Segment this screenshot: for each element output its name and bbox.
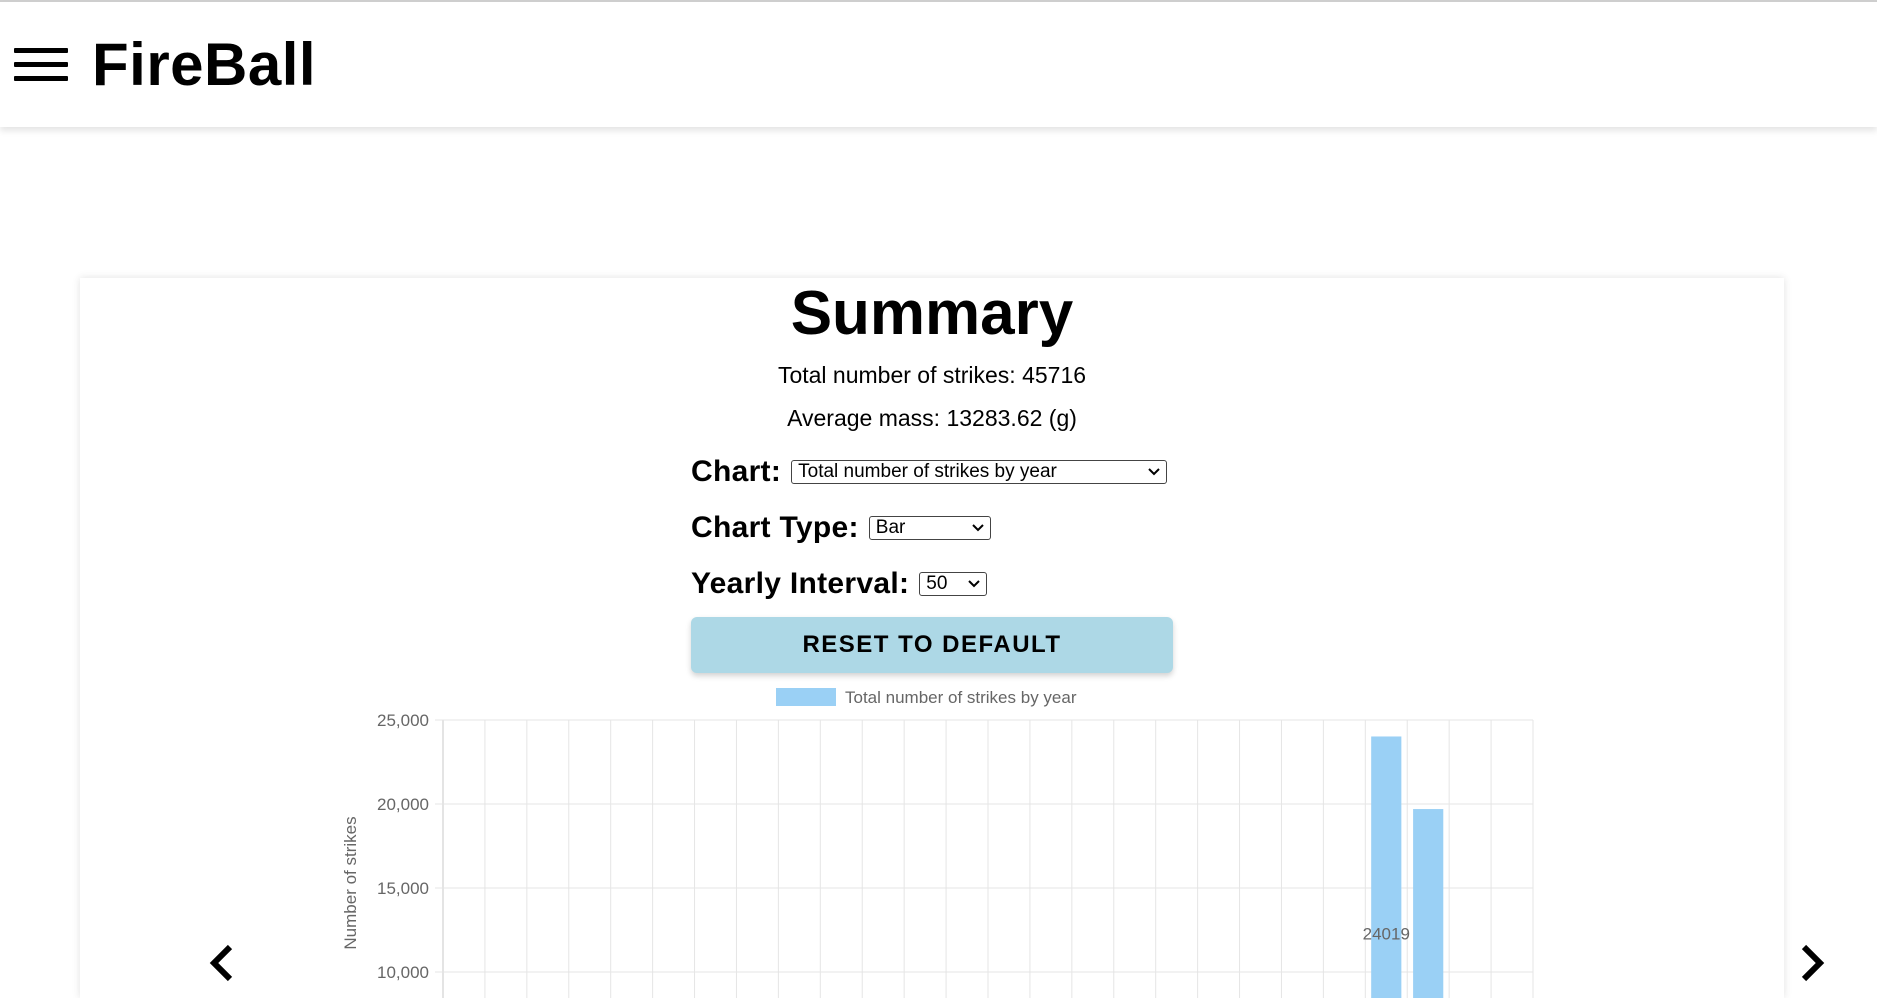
y-axis-title: Number of strikes (341, 816, 360, 949)
chevron-right-icon[interactable] (1792, 943, 1832, 983)
y-tick-label: 25,000 (377, 711, 429, 730)
hamburger-menu-icon[interactable] (14, 48, 68, 84)
chart-bar[interactable] (1371, 736, 1402, 998)
chart-bar[interactable] (1413, 809, 1444, 998)
strikes-bar-chart: Total number of strikes by year Number o… (341, 688, 1534, 998)
summary-card: Summary Total number of strikes: 45716 A… (80, 278, 1825, 998)
app-header: FireBall (0, 2, 1877, 127)
legend-label: Total number of strikes by year (845, 688, 1077, 707)
y-tick-label: 20,000 (377, 795, 429, 814)
legend-swatch (776, 688, 836, 706)
bar-data-label: 24019 (1363, 924, 1410, 943)
chevron-left-icon[interactable] (202, 943, 242, 983)
y-tick-label: 15,000 (377, 879, 429, 898)
y-tick-label: 10,000 (377, 963, 429, 982)
app-title: FireBall (92, 31, 317, 98)
